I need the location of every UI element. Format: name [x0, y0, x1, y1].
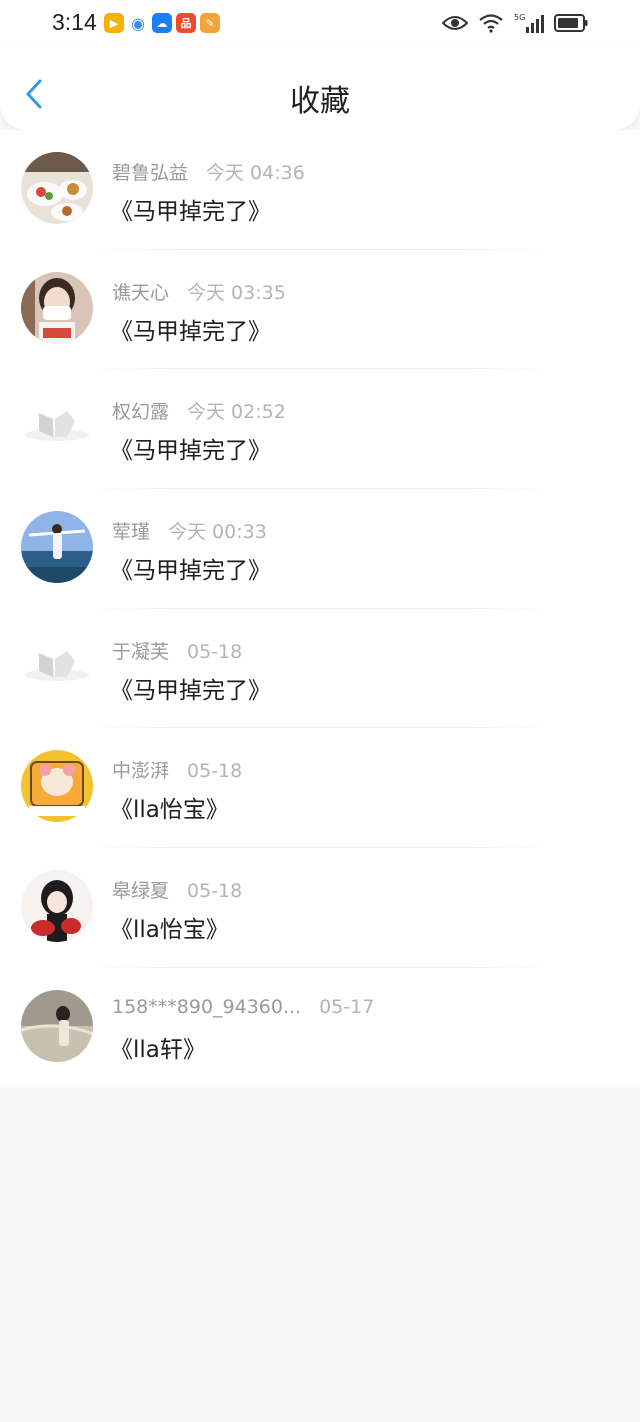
- item-time: 05-17: [319, 995, 375, 1018]
- avatar[interactable]: [21, 152, 93, 224]
- item-time: 今天 00:33: [168, 521, 267, 544]
- eye-icon: [442, 16, 468, 30]
- item-title: 《马甲掉完了》: [110, 318, 271, 345]
- item-time: 05-18: [187, 880, 243, 903]
- author-name: 中澎湃: [112, 760, 170, 783]
- system-icons: 5G: [442, 12, 588, 34]
- favorite-item[interactable]: 权幻露 今天 02:52 《马甲掉完了》: [0, 369, 640, 490]
- item-time: 今天 02:52: [187, 401, 286, 424]
- author-name: 158***890_94360...: [112, 995, 302, 1018]
- browser-app-icon: ◉: [128, 13, 148, 33]
- item-title: 《马甲掉完了》: [110, 438, 271, 465]
- favorite-item[interactable]: 中澎湃 05-18 《lla怡宝》: [0, 728, 640, 849]
- item-meta: 权幻露 今天 02:52: [112, 397, 286, 424]
- favorite-item[interactable]: 荤瑾 今天 00:33 《马甲掉完了》: [0, 489, 640, 609]
- status-bar: 3:14 ▶ ◉ ☁ 品 ✎ 5G: [0, 0, 640, 46]
- folder-app-icon: ✎: [200, 13, 220, 33]
- video-app-icon: ▶: [104, 13, 124, 33]
- item-title: 《lla怡宝》: [110, 917, 229, 944]
- favorite-item[interactable]: 皋绿夏 05-18 《lla怡宝》: [0, 848, 640, 968]
- notification-app-icons: ▶ ◉ ☁ 品 ✎: [104, 13, 220, 33]
- author-name: 皋绿夏: [112, 880, 170, 903]
- avatar-placeholder[interactable]: [21, 630, 93, 703]
- avatar[interactable]: [21, 511, 93, 584]
- favorite-item[interactable]: 碧鲁弘益 今天 04:36 《马甲掉完了》: [0, 130, 640, 250]
- avatar[interactable]: [21, 989, 93, 1062]
- item-title: 《马甲掉完了》: [110, 558, 271, 585]
- favorite-item[interactable]: 于凝芙 05-18 《马甲掉完了》: [0, 609, 640, 729]
- avatar[interactable]: [21, 271, 93, 344]
- wifi-icon: [479, 14, 503, 33]
- page-title: 收藏: [290, 84, 350, 119]
- svg-text:5G: 5G: [514, 13, 525, 22]
- item-meta: 碧鲁弘益 今天 04:36: [112, 158, 305, 185]
- item-meta: 于凝芙 05-18: [112, 637, 242, 664]
- favorite-item[interactable]: 158***890_94360... 05-17 《lla轩》: [0, 968, 640, 1088]
- item-title: 《lla怡宝》: [110, 797, 229, 824]
- author-name: 于凝芙: [112, 640, 170, 663]
- avatar[interactable]: [21, 750, 93, 823]
- author-name: 荤瑾: [112, 521, 151, 544]
- author-name: 权幻露: [112, 401, 170, 424]
- signal-5g-icon: 5G: [514, 13, 544, 33]
- author-name: 谯天心: [112, 281, 170, 304]
- item-title: 《马甲掉完了》: [110, 677, 271, 704]
- author-name: 碧鲁弘益: [112, 162, 189, 184]
- item-time: 05-18: [187, 760, 243, 783]
- header: 收藏: [0, 46, 640, 130]
- item-title: 《lla轩》: [110, 1036, 206, 1063]
- xiaohongshu-app-icon: 品: [176, 13, 196, 33]
- favorites-list: 碧鲁弘益 今天 04:36 《马甲掉完了》 谯天心 今天 03:35 《马甲掉完了》: [0, 130, 640, 1087]
- item-meta: 荤瑾 今天 00:33: [112, 517, 267, 544]
- battery-icon: [554, 14, 588, 32]
- item-meta: 中澎湃 05-18: [112, 756, 242, 783]
- status-time: 3:14: [52, 9, 97, 35]
- avatar-placeholder[interactable]: [21, 391, 93, 464]
- item-time: 05-18: [187, 640, 243, 663]
- favorite-item[interactable]: 谯天心 今天 03:35 《马甲掉完了》: [0, 250, 640, 370]
- item-title: 《马甲掉完了》: [110, 199, 271, 225]
- item-meta: 皋绿夏 05-18: [112, 876, 242, 903]
- item-meta: 158***890_94360... 05-17: [112, 996, 374, 1018]
- item-time: 今天 03:35: [187, 281, 286, 304]
- avatar[interactable]: [21, 870, 93, 943]
- item-meta: 谯天心 今天 03:35: [112, 278, 286, 305]
- item-time: 今天 04:36: [206, 162, 305, 184]
- weather-app-icon: ☁: [152, 13, 172, 33]
